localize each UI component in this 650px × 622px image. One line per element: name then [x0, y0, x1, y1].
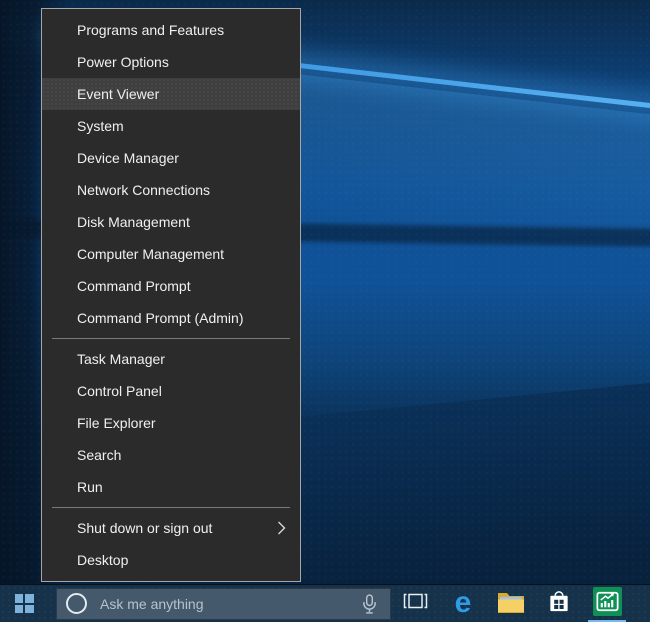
folder-icon [497, 590, 525, 618]
store-button[interactable] [535, 585, 583, 622]
menu-item-search[interactable]: Search [42, 439, 300, 471]
menu-item-label: Run [77, 479, 103, 495]
menu-item-label: Network Connections [77, 182, 210, 198]
edge-button[interactable]: e [439, 585, 487, 622]
menu-item-computer-management[interactable]: Computer Management [42, 238, 300, 270]
menu-item-label: Disk Management [77, 214, 190, 230]
taskbar: e [0, 584, 650, 622]
money-app-button[interactable] [583, 585, 631, 622]
menu-item-power-options[interactable]: Power Options [42, 46, 300, 78]
menu-item-disk-management[interactable]: Disk Management [42, 206, 300, 238]
menu-item-label: Programs and Features [77, 22, 224, 38]
menu-separator [52, 507, 290, 508]
menu-item-command-prompt[interactable]: Command Prompt [42, 270, 300, 302]
menu-item-file-explorer[interactable]: File Explorer [42, 407, 300, 439]
menu-item-task-manager[interactable]: Task Manager [42, 343, 300, 375]
menu-item-programs-and-features[interactable]: Programs and Features [42, 14, 300, 46]
menu-item-command-prompt-admin[interactable]: Command Prompt (Admin) [42, 302, 300, 334]
menu-item-system[interactable]: System [42, 110, 300, 142]
cortana-circle-icon [66, 593, 87, 614]
menu-item-label: Computer Management [77, 246, 224, 262]
menu-item-label: Event Viewer [77, 86, 159, 102]
menu-item-run[interactable]: Run [42, 471, 300, 503]
task-view-button[interactable] [391, 585, 439, 622]
context-menu: Programs and Features Power Options Event … [41, 8, 301, 582]
menu-item-desktop[interactable]: Desktop [42, 544, 300, 576]
menu-item-label: Task Manager [77, 351, 165, 367]
menu-item-label: Desktop [77, 552, 128, 568]
menu-item-shut-down-or-sign-out[interactable]: Shut down or sign out [42, 512, 300, 544]
menu-item-label: Search [77, 447, 121, 463]
chart-icon [593, 587, 622, 621]
menu-item-control-panel[interactable]: Control Panel [42, 375, 300, 407]
file-explorer-button[interactable] [487, 585, 535, 622]
edge-icon: e [455, 588, 472, 618]
menu-item-label: Device Manager [77, 150, 179, 166]
chevron-right-icon [277, 521, 288, 535]
menu-item-label: System [77, 118, 124, 134]
search-input[interactable] [98, 595, 362, 613]
menu-item-label: Command Prompt (Admin) [77, 310, 244, 326]
menu-item-label: Power Options [77, 54, 169, 70]
menu-item-label: Command Prompt [77, 278, 191, 294]
menu-item-device-manager[interactable]: Device Manager [42, 142, 300, 174]
menu-item-label: Control Panel [77, 383, 162, 399]
menu-item-label: Shut down or sign out [77, 520, 212, 536]
menu-item-label: File Explorer [77, 415, 156, 431]
menu-item-event-viewer[interactable]: Event Viewer [42, 78, 300, 110]
menu-separator [52, 338, 290, 339]
task-view-icon [403, 592, 428, 615]
windows-logo-icon [15, 594, 34, 613]
microphone-icon[interactable] [362, 593, 377, 615]
store-bag-icon [547, 589, 571, 619]
cortana-search-box[interactable] [56, 588, 391, 620]
start-button[interactable] [0, 585, 48, 622]
menu-item-network-connections[interactable]: Network Connections [42, 174, 300, 206]
